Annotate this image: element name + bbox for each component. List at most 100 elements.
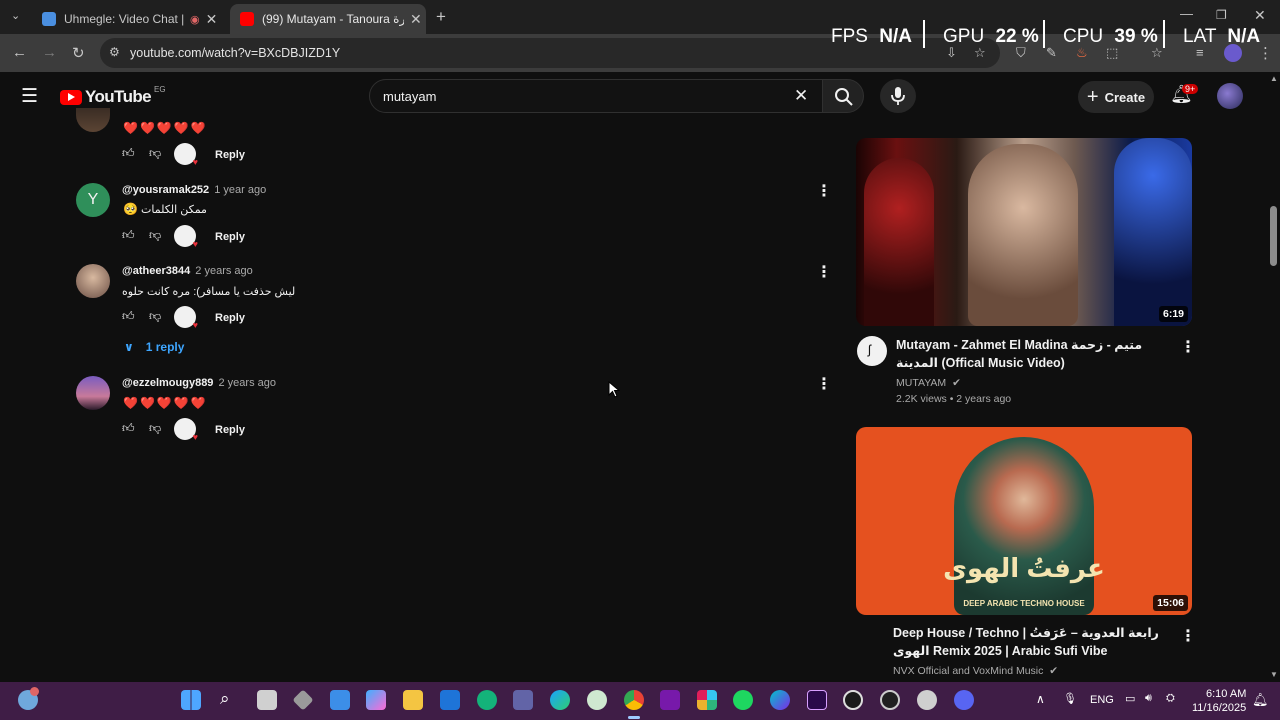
clock-app-icon[interactable] (587, 690, 607, 710)
search-input[interactable]: mutayam ✕ (369, 79, 824, 113)
dislike-icon[interactable]: 👎︎ (149, 146, 161, 161)
reload-icon[interactable]: ↻ (72, 44, 85, 62)
comment-avatar[interactable] (76, 264, 110, 298)
close-window-button[interactable]: ✕ (1254, 7, 1266, 24)
start-windows-icon[interactable] (181, 690, 201, 710)
restore-window-button[interactable]: ❐ (1216, 8, 1227, 22)
close-tab-icon[interactable]: ✕ (206, 11, 218, 28)
video-thumbnail[interactable]: 6:19 (856, 138, 1192, 326)
spotify-icon[interactable] (733, 690, 753, 710)
grammarly-icon[interactable] (477, 690, 497, 710)
reply-button[interactable]: Reply (215, 231, 245, 243)
canva-icon[interactable] (770, 690, 790, 710)
author-handle[interactable]: @ezzelmougy889 (122, 377, 213, 389)
comment-avatar[interactable]: Y (76, 183, 110, 217)
task-view-icon[interactable] (257, 690, 277, 710)
minimize-window-button[interactable]: — (1180, 6, 1193, 21)
microphone-tray-icon[interactable]: 🎙︎ (1063, 692, 1077, 705)
comment-options-icon[interactable]: ⋮ (816, 262, 832, 282)
close-tab-icon[interactable]: ✕ (410, 11, 422, 28)
view-replies-button[interactable]: ∨ 1 reply (124, 340, 184, 354)
discord-icon[interactable] (954, 690, 974, 710)
url-text: youtube.com/watch?v=BXcDBJIZD1Y (130, 46, 341, 60)
reply-button[interactable]: Reply (215, 312, 245, 324)
settings-gear-icon[interactable] (917, 690, 937, 710)
onenote-icon[interactable] (660, 690, 680, 710)
author-handle[interactable]: @atheer3844 (122, 265, 190, 277)
notifications-button[interactable]: 🔔︎ 9+ (1170, 84, 1199, 110)
volume-icon[interactable]: 🔊︎ (1145, 692, 1152, 705)
comment-options-icon[interactable]: ⋮ (816, 181, 832, 201)
youtube-logo[interactable]: YouTube EG (60, 85, 166, 108)
video-options-icon[interactable]: ⋮ (1180, 626, 1196, 646)
store-icon[interactable] (330, 690, 350, 710)
camera-app-icon[interactable] (843, 690, 863, 710)
dislike-icon[interactable]: 👎︎ (149, 228, 161, 243)
show-hidden-icons-icon[interactable]: ∧ (1036, 692, 1045, 706)
like-icon[interactable]: 👍︎ (122, 228, 135, 243)
tab-uhmegle[interactable]: Uhmegle: Video Chat | Ran ◉ ✕ (32, 4, 228, 34)
dislike-icon[interactable]: 👎︎ (149, 421, 161, 436)
creator-heart-badge: ♥ (174, 418, 198, 442)
teams-icon[interactable] (513, 690, 533, 710)
file-explorer-icon[interactable] (403, 690, 423, 710)
video-thumbnail[interactable]: عرفتُ الهوى DEEP ARABIC TECHNO HOUSE 15:… (856, 427, 1192, 615)
video-title[interactable]: Deep House / Techno | رابعة العدوية – عَ… (893, 624, 1165, 660)
scrollbar-thumb[interactable] (1270, 206, 1277, 266)
language-indicator[interactable]: ENG (1090, 694, 1114, 706)
slack-icon[interactable] (697, 690, 717, 710)
create-button[interactable]: + Create (1078, 81, 1154, 113)
comment-avatar[interactable] (76, 108, 110, 132)
network-icon[interactable]: ⛭ (1166, 692, 1175, 705)
reply-button[interactable]: Reply (215, 424, 245, 436)
tab-list-chevron-icon[interactable]: ⌄ (11, 9, 20, 22)
thumbnail-figure-left (864, 158, 934, 326)
hamburger-menu-icon[interactable]: ☰ (21, 85, 38, 108)
notification-count-badge: 9+ (1182, 84, 1199, 94)
copilot-icon[interactable] (366, 690, 386, 710)
search-taskbar-icon[interactable]: ⌕ (220, 689, 230, 709)
search-button[interactable] (822, 79, 864, 113)
video-options-icon[interactable]: ⋮ (1180, 337, 1196, 357)
notification-center-icon[interactable]: 🔔︎ (1252, 692, 1269, 708)
like-icon[interactable]: 👍︎ (122, 421, 135, 436)
clear-search-icon[interactable]: ✕ (794, 86, 808, 106)
tab-youtube[interactable]: (99) Mutayam - Tanoura تنورة ✕ (230, 4, 426, 34)
clock-date[interactable]: 11/16/2025 (1192, 702, 1246, 714)
channel-avatar[interactable]: ʃ (857, 336, 887, 366)
fps-readout: FPS N/A (831, 26, 912, 48)
comment-options-icon[interactable]: ⋮ (816, 374, 832, 394)
video-duration: 6:19 (1158, 306, 1188, 322)
clock-time[interactable]: 6:10 AM (1206, 688, 1246, 700)
chrome-icon[interactable] (624, 690, 644, 710)
display-tray-icon[interactable]: ▭ (1125, 692, 1135, 705)
author-handle[interactable]: @yousramak252 (122, 184, 209, 196)
new-tab-button[interactable]: + (436, 7, 446, 27)
reply-button[interactable]: Reply (215, 149, 245, 161)
openai-icon[interactable] (880, 690, 900, 710)
dislike-icon[interactable]: 👎︎ (149, 309, 161, 324)
thumbnail-subtitle-text: DEEP ARABIC TECHNO HOUSE (963, 599, 1085, 608)
site-info-icon[interactable]: ⚙ (109, 45, 120, 59)
like-icon[interactable]: 👍︎ (122, 309, 135, 324)
edge-icon[interactable] (550, 690, 570, 710)
scroll-up-arrow-icon[interactable]: ▲ (1270, 74, 1278, 83)
avatar-letter: Y (87, 191, 99, 208)
channel-name[interactable]: NVX Official and VoxMind Music ✔ (893, 665, 1058, 677)
comment-avatar[interactable] (76, 376, 110, 410)
scroll-down-arrow-icon[interactable]: ▼ (1270, 670, 1278, 679)
voice-search-button[interactable] (880, 79, 916, 113)
outlook-icon[interactable] (440, 690, 460, 710)
back-icon[interactable]: ← (12, 44, 27, 61)
page-scrollbar[interactable]: ▲ ▼ (1268, 72, 1280, 682)
after-effects-icon[interactable] (807, 690, 827, 710)
forward-icon[interactable]: → (42, 44, 57, 61)
comment-author: @yousramak252 1 year ago (122, 184, 266, 196)
account-avatar[interactable] (1217, 83, 1243, 109)
comment-time: 2 years ago (218, 377, 276, 389)
like-icon[interactable]: 👍︎ (122, 146, 135, 161)
video-title[interactable]: Mutayam - Zahmet El Madina متيم - زحمة ا… (896, 336, 1164, 372)
channel-name[interactable]: MUTAYAM ✔ (896, 377, 961, 389)
pen-extension-icon[interactable]: ✎ (1046, 45, 1057, 61)
menu-kebab-icon[interactable]: ⋮ (1258, 44, 1273, 62)
